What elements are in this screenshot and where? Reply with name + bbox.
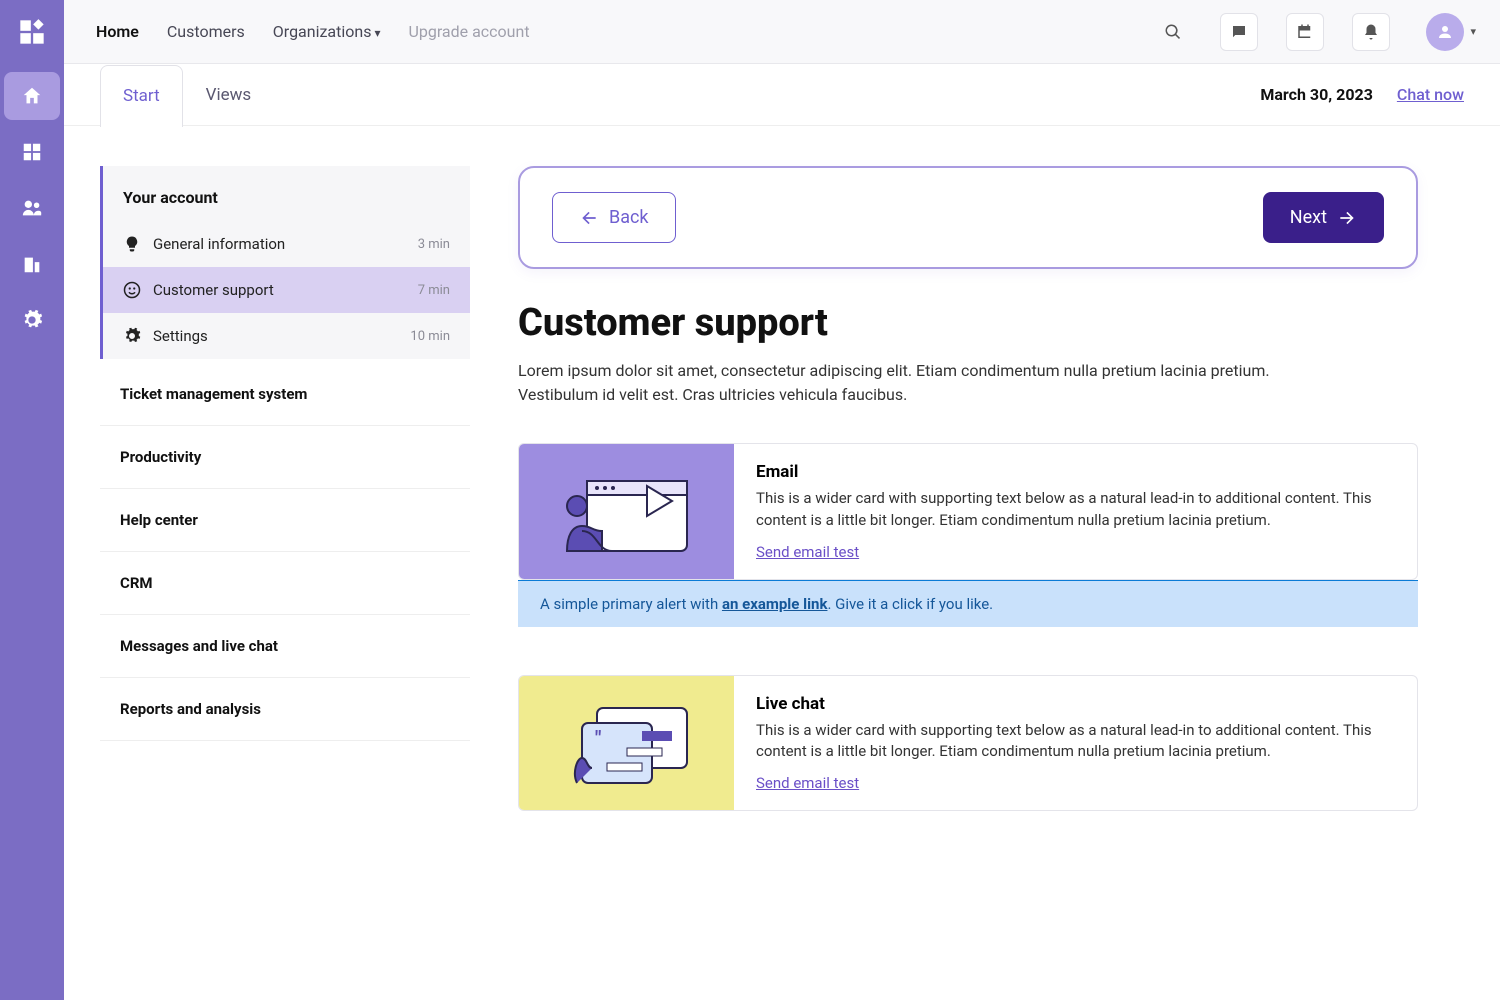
rail-home[interactable]: [4, 72, 60, 120]
user-menu[interactable]: [1418, 13, 1476, 51]
bulb-icon: [123, 235, 141, 253]
menu-item-time: 3 min: [418, 237, 450, 252]
card-link[interactable]: Send email test: [756, 774, 859, 792]
menu-link-help[interactable]: Help center: [100, 489, 470, 552]
search-icon[interactable]: [1154, 13, 1192, 51]
topbar: Home Customers Organizations Upgrade acc…: [64, 0, 1500, 64]
card-email: Email This is a wider card with supporti…: [518, 443, 1418, 580]
menu-item-time: 7 min: [418, 283, 450, 298]
menu-link-messages[interactable]: Messages and live chat: [100, 615, 470, 678]
menu-link-crm[interactable]: CRM: [100, 552, 470, 615]
alert-post: . Give it a click if you like.: [827, 595, 993, 613]
next-label: Next: [1290, 207, 1327, 228]
chat-now-link[interactable]: Chat now: [1397, 85, 1464, 104]
card-title: Live chat: [756, 694, 1395, 714]
tab-start[interactable]: Start: [100, 65, 183, 127]
bell-icon[interactable]: [1352, 13, 1390, 51]
menu-item-general[interactable]: General information 3 min: [103, 221, 470, 267]
card-livechat: " Live chat This is a wider card with su…: [518, 675, 1418, 812]
menu-item-label: Settings: [153, 327, 398, 345]
gear-icon: [123, 327, 141, 345]
nav-organizations[interactable]: Organizations: [273, 22, 381, 41]
rail-dashboard[interactable]: [4, 128, 60, 176]
nav-upgrade[interactable]: Upgrade account: [408, 22, 529, 41]
support-icon: [123, 281, 141, 299]
menu-link-ticket[interactable]: Ticket management system: [100, 363, 470, 426]
calendar-icon[interactable]: [1286, 13, 1324, 51]
page-title: Customer support: [518, 301, 1418, 345]
card-text: This is a wider card with supporting tex…: [756, 488, 1395, 532]
page-lead: Lorem ipsum dolor sit amet, consectetur …: [518, 359, 1278, 407]
next-button[interactable]: Next: [1263, 192, 1384, 243]
avatar-icon: [1426, 13, 1464, 51]
email-illustration: [519, 444, 734, 579]
rail-org[interactable]: [4, 240, 60, 288]
menu-item-settings[interactable]: Settings 10 min: [103, 313, 470, 359]
alert-pre: A simple primary alert with: [540, 595, 722, 613]
back-label: Back: [609, 207, 649, 228]
rail-settings[interactable]: [4, 296, 60, 344]
menu-link-productivity[interactable]: Productivity: [100, 426, 470, 489]
back-button[interactable]: Back: [552, 192, 676, 243]
logo-icon: [16, 16, 48, 48]
arrow-left-icon: [579, 208, 599, 228]
arrow-right-icon: [1337, 208, 1357, 228]
menu-item-label: Customer support: [153, 281, 406, 299]
livechat-illustration: ": [519, 676, 734, 811]
nav-home[interactable]: Home: [96, 22, 139, 41]
card-text: This is a wider card with supporting tex…: [756, 720, 1395, 764]
left-rail: [0, 0, 64, 1000]
alert-primary: A simple primary alert with an example l…: [518, 580, 1418, 627]
svg-text:": ": [595, 726, 601, 750]
side-menu: Your account General information 3 min C…: [100, 166, 470, 960]
menu-item-label: General information: [153, 235, 406, 253]
alert-link[interactable]: an example link: [722, 595, 828, 613]
sub-header: Start Views March 30, 2023 Chat now: [64, 64, 1500, 126]
nav-customers[interactable]: Customers: [167, 22, 245, 41]
rail-people[interactable]: [4, 184, 60, 232]
card-title: Email: [756, 462, 1395, 482]
menu-item-time: 10 min: [410, 329, 450, 344]
current-date: March 30, 2023: [1260, 85, 1373, 104]
step-nav: Back Next: [518, 166, 1418, 269]
tab-views[interactable]: Views: [183, 64, 275, 126]
chat-icon[interactable]: [1220, 13, 1258, 51]
menu-item-support[interactable]: Customer support 7 min: [103, 267, 470, 313]
menu-link-reports[interactable]: Reports and analysis: [100, 678, 470, 741]
menu-group-title: Your account: [103, 166, 470, 221]
card-link[interactable]: Send email test: [756, 543, 859, 561]
